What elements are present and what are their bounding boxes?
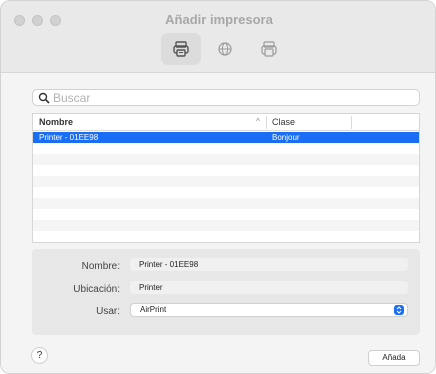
windows-printer-icon	[261, 41, 277, 57]
search-icon	[38, 92, 50, 104]
location-field[interactable]: Printer	[130, 281, 408, 294]
help-button[interactable]: ?	[31, 347, 48, 364]
add-printer-window: Añadir impresora Buscar Nombre ^ Clase P…	[0, 0, 436, 374]
ip-printers-tab[interactable]	[205, 33, 245, 65]
column-header-name[interactable]: Nombre	[39, 117, 73, 127]
use-label: Usar:	[96, 306, 120, 317]
empty-row	[33, 209, 419, 220]
chevron-updown-icon	[394, 305, 404, 315]
printer-row-class: Bonjour	[272, 133, 300, 142]
empty-row	[33, 220, 419, 231]
printer-default-icon	[173, 41, 189, 57]
windows-printers-tab[interactable]	[249, 33, 289, 65]
default-printers-tab[interactable]	[161, 33, 201, 65]
empty-row	[33, 198, 419, 209]
printer-row[interactable]: Printer - 01EE98 Bonjour	[33, 132, 419, 143]
title-bar: Añadir impresora	[1, 1, 435, 73]
use-driver-value: AirPrint	[140, 305, 167, 314]
search-field[interactable]	[32, 89, 420, 106]
list-header: Nombre ^ Clase	[33, 114, 419, 131]
globe-ip-icon	[218, 42, 232, 56]
printer-details-panel: Nombre: Printer - 01EE98 Ubicación: Prin…	[32, 249, 420, 335]
name-label: Nombre:	[81, 261, 120, 272]
use-driver-select[interactable]: AirPrint	[130, 303, 408, 317]
empty-row	[33, 143, 419, 154]
printer-row-name: Printer - 01EE98	[39, 133, 99, 142]
printer-list: Nombre ^ Clase Printer - 01EE98 Bonjour	[32, 113, 420, 243]
list-rows: Printer - 01EE98 Bonjour	[33, 132, 419, 242]
name-field[interactable]: Printer - 01EE98	[130, 258, 408, 271]
search-input[interactable]	[53, 90, 413, 105]
column-divider[interactable]	[351, 116, 352, 129]
add-button[interactable]: Añada	[368, 350, 420, 366]
sort-ascending-icon: ^	[256, 117, 260, 126]
empty-row	[33, 176, 419, 187]
empty-row	[33, 165, 419, 176]
location-label: Ubicación:	[73, 284, 120, 295]
empty-row	[33, 154, 419, 165]
column-divider[interactable]	[266, 116, 267, 129]
empty-row	[33, 187, 419, 198]
empty-row	[33, 231, 419, 242]
content-area: Nombre ^ Clase Printer - 01EE98 Bonjour	[1, 73, 435, 373]
column-header-class[interactable]: Clase	[272, 117, 295, 127]
window-title: Añadir impresora	[165, 12, 273, 27]
